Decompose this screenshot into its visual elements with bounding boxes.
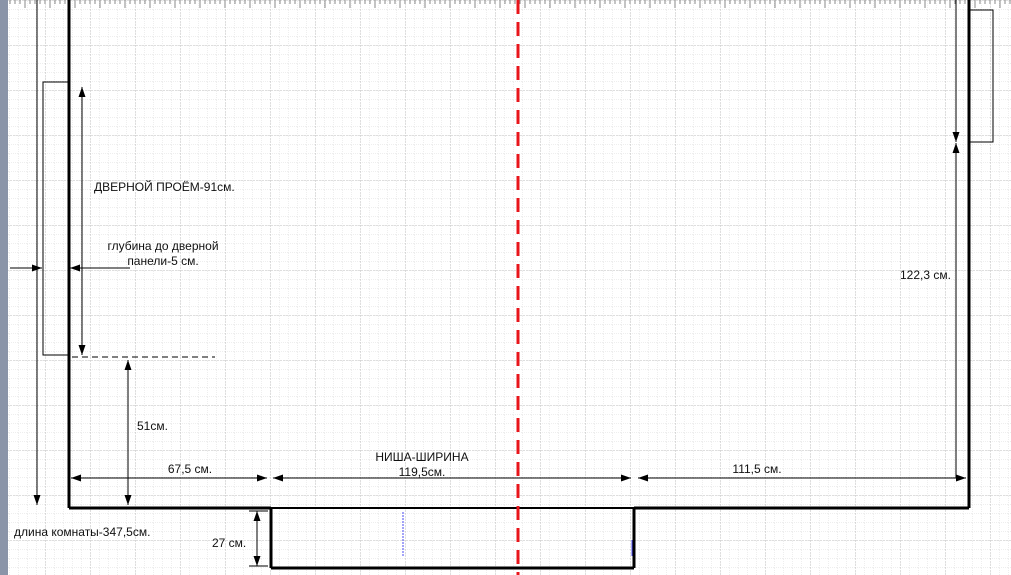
niche-depth-label: 27 см. [212, 536, 247, 550]
left-ruler [0, 0, 8, 575]
left-height-label: 51см. [137, 419, 168, 433]
door-depth-label-line1: глубина до дверной [107, 239, 219, 253]
door-depth-label-line2: панели-5 см. [127, 254, 199, 268]
room-length-label: длина комнаты-347,5см. [14, 525, 151, 539]
niche-title-label: НИША-ШИРИНА [375, 450, 469, 464]
grid-background [0, 0, 1011, 575]
door-opening-label: ДВЕРНОЙ ПРОЁМ-91см. [94, 180, 235, 194]
niche-width-label: 119,5см. [398, 465, 446, 479]
floor-plan-canvas [0, 0, 1011, 575]
right-height-label: 122,3 см. [900, 268, 951, 282]
seg-right-label: 111,5 см. [732, 462, 782, 476]
seg-left-label: 67,5 см. [167, 462, 213, 476]
